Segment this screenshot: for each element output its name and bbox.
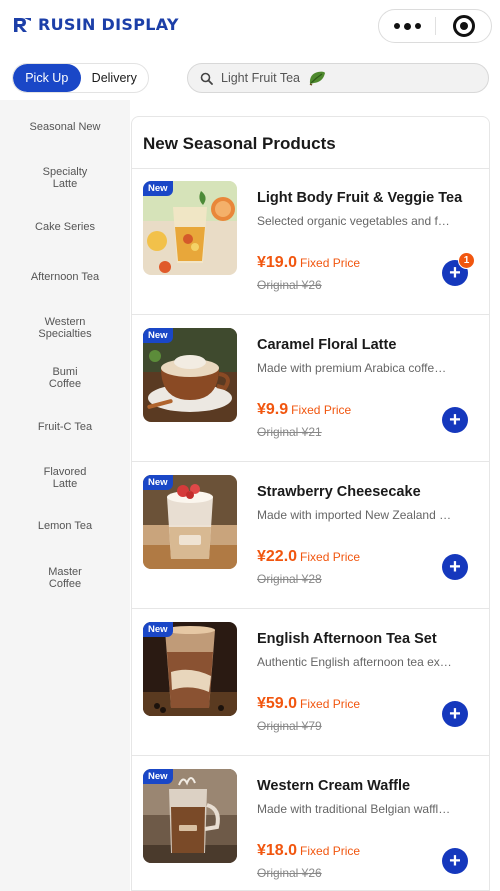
- category-specialty-latte[interactable]: Specialty Latte: [0, 166, 130, 190]
- plus-icon: +: [449, 555, 461, 578]
- product-card[interactable]: New Caramel Floral Latte Made with premi…: [132, 315, 489, 462]
- product-card[interactable]: New Western Cream Waffle Made with tradi…: [132, 756, 489, 890]
- product-description: Made with imported New Zealand cream che…: [257, 508, 452, 522]
- pick-up-option[interactable]: Pick Up: [13, 64, 81, 92]
- product-card[interactable]: New Light Body Fruit & Veggie Tea Select…: [132, 168, 489, 315]
- original-price: Original ¥79: [257, 719, 322, 733]
- order-mode-toggle: Pick Up Delivery: [12, 63, 149, 93]
- plus-icon: +: [449, 702, 461, 725]
- price-amount: ¥9.9: [257, 401, 289, 418]
- original-price: Original ¥26: [257, 278, 322, 292]
- price-amount: ¥19.0: [257, 254, 298, 271]
- target-close-icon[interactable]: [436, 10, 491, 42]
- product-description: Authentic English afternoon tea experien…: [257, 655, 452, 669]
- brand-logo-icon: [14, 18, 31, 32]
- category-fruit-c-tea[interactable]: Fruit-C Tea: [0, 421, 130, 433]
- search-icon: [200, 72, 213, 85]
- add-to-cart-button[interactable]: +: [442, 701, 468, 727]
- category-western-specialties[interactable]: Western Specialties: [0, 316, 130, 340]
- price-label: Fixed Price: [300, 256, 361, 270]
- product-card[interactable]: New English Afternoon Tea Set Authentic …: [132, 609, 489, 756]
- new-badge: New: [143, 622, 173, 637]
- add-to-cart-button[interactable]: +: [442, 407, 468, 433]
- product-name: English Afternoon Tea Set: [257, 631, 437, 647]
- search-bar[interactable]: Light Fruit Tea: [187, 63, 489, 93]
- original-price: Original ¥26: [257, 866, 322, 880]
- new-badge: New: [143, 475, 173, 490]
- category-seasonal-new[interactable]: Seasonal New: [0, 121, 130, 133]
- product-description: Selected organic vegetables and fruits: [257, 214, 452, 228]
- plus-icon: +: [449, 408, 461, 431]
- original-price: Original ¥21: [257, 425, 322, 439]
- new-badge: New: [143, 181, 173, 196]
- cart-count-badge: 1: [458, 252, 475, 269]
- category-afternoon-tea[interactable]: Afternoon Tea: [0, 271, 130, 283]
- product-name: Western Cream Waffle: [257, 778, 411, 794]
- add-to-cart-button[interactable]: +: [442, 848, 468, 874]
- price-label: Fixed Price: [300, 550, 361, 564]
- category-bumi-coffee[interactable]: Bumi Coffee: [0, 366, 130, 390]
- new-badge: New: [143, 328, 173, 343]
- app-header: RUSIN DISPLAY: [0, 0, 500, 52]
- product-price: ¥59.0 Fixed Price: [257, 695, 360, 713]
- product-description: Made with premium Arabica coffee beans: [257, 361, 452, 375]
- price-amount: ¥18.0: [257, 842, 298, 859]
- product-description: Made with traditional Belgian waffle bat…: [257, 802, 452, 816]
- mini-program-capsule: [378, 9, 492, 43]
- product-panel: New Seasonal Products New Light Body Fru…: [131, 116, 490, 891]
- brand-name: RUSIN DISPLAY: [38, 14, 179, 34]
- product-price: ¥19.0 Fixed Price: [257, 254, 360, 272]
- product-price: ¥9.9 Fixed Price: [257, 401, 351, 419]
- section-title: New Seasonal Products: [143, 134, 336, 153]
- more-dots-icon[interactable]: [379, 10, 435, 42]
- add-to-cart-button[interactable]: +: [442, 554, 468, 580]
- product-price: ¥22.0 Fixed Price: [257, 548, 360, 566]
- category-sidebar: Seasonal New Specialty Latte Cake Series…: [0, 100, 130, 891]
- search-placeholder: Light Fruit Tea: [221, 71, 300, 85]
- category-cake-series[interactable]: Cake Series: [0, 221, 130, 233]
- price-amount: ¥22.0: [257, 548, 298, 565]
- product-name: Caramel Floral Latte: [257, 337, 397, 353]
- price-label: Fixed Price: [291, 403, 352, 417]
- product-name: Strawberry Cheesecake: [257, 484, 421, 500]
- brand-logo: RUSIN DISPLAY: [12, 14, 179, 34]
- category-lemon-tea[interactable]: Lemon Tea: [0, 520, 130, 532]
- new-badge: New: [143, 769, 173, 784]
- product-name: Light Body Fruit & Veggie Tea: [257, 190, 463, 206]
- category-flavored-latte[interactable]: Flavored Latte: [0, 466, 130, 490]
- plus-icon: +: [449, 849, 461, 872]
- category-master-coffee[interactable]: Master Coffee: [0, 566, 130, 590]
- delivery-option[interactable]: Delivery: [81, 64, 149, 92]
- price-label: Fixed Price: [300, 844, 361, 858]
- product-card[interactable]: New Strawberry Cheesecake Made with impo…: [132, 462, 489, 609]
- price-label: Fixed Price: [300, 697, 361, 711]
- price-amount: ¥59.0: [257, 695, 298, 712]
- product-price: ¥18.0 Fixed Price: [257, 842, 360, 860]
- original-price: Original ¥28: [257, 572, 322, 586]
- leaf-icon: [309, 71, 325, 86]
